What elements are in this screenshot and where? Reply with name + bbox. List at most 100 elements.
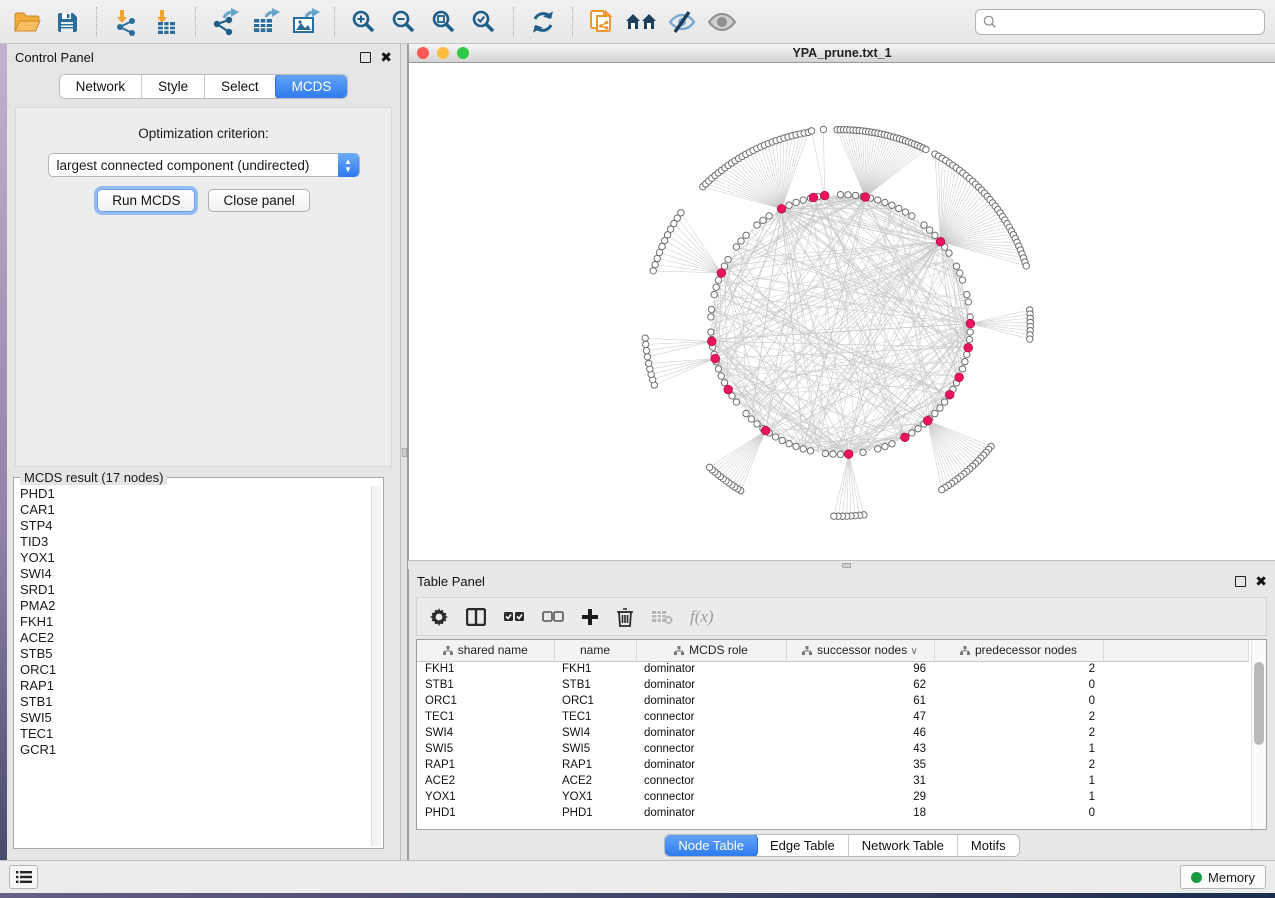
deselect-all-icon[interactable] [542, 609, 564, 625]
graph-node[interactable] [957, 270, 963, 276]
graph-leaf-node[interactable] [678, 210, 684, 216]
show-all-icon[interactable] [705, 5, 739, 39]
graph-selected-node[interactable] [955, 373, 964, 382]
table-row[interactable]: RAP1RAP1dominator352 [417, 757, 1249, 773]
zoom-in-icon[interactable] [347, 5, 381, 39]
graph-node[interactable] [932, 232, 938, 238]
splitter-handle[interactable] [842, 563, 851, 568]
graph-node[interactable] [807, 448, 813, 454]
cell[interactable]: 2 [934, 757, 1103, 773]
network-graph[interactable] [409, 63, 1275, 560]
float-panel-icon[interactable] [360, 52, 371, 63]
close-panel-icon[interactable]: ✖ [380, 52, 392, 63]
graph-node[interactable] [902, 209, 908, 215]
cell[interactable]: 2 [934, 725, 1103, 741]
graph-node[interactable] [882, 443, 888, 449]
tab-network[interactable]: Network [60, 75, 143, 98]
import-network-icon[interactable] [109, 5, 143, 39]
graph-node[interactable] [860, 449, 866, 455]
cell[interactable]: dominator [636, 693, 786, 709]
graph-node[interactable] [800, 197, 806, 203]
cell[interactable]: TEC1 [554, 709, 636, 725]
table-row[interactable]: SWI5SWI5connector431 [417, 741, 1249, 757]
import-table-icon[interactable] [149, 5, 183, 39]
graph-node[interactable] [725, 256, 731, 262]
graph-leaf-node[interactable] [820, 126, 826, 132]
mcds-result-item[interactable]: SRD1 [16, 582, 371, 598]
cell[interactable]: YOX1 [554, 789, 636, 805]
graph-leaf-node[interactable] [650, 268, 656, 274]
cell[interactable]: SWI4 [417, 725, 554, 741]
graph-node[interactable] [766, 213, 772, 219]
horizontal-splitter[interactable] [408, 560, 1275, 569]
graph-node[interactable] [786, 202, 792, 208]
criterion-dropdown[interactable]: largest connected component (undirected)… [48, 153, 360, 177]
table-row[interactable]: YOX1YOX1connector291 [417, 789, 1249, 805]
column-header-predecessor-nodes[interactable]: predecessor nodes [934, 640, 1103, 661]
run-mcds-button[interactable]: Run MCDS [97, 189, 195, 212]
graph-node[interactable] [754, 421, 760, 427]
graph-leaf-node[interactable] [644, 354, 650, 360]
tab-motifs[interactable]: Motifs [958, 835, 1019, 856]
tab-edge-table[interactable]: Edge Table [757, 835, 849, 856]
graph-selected-node[interactable] [966, 319, 975, 328]
graph-node[interactable] [962, 359, 968, 365]
graph-node[interactable] [708, 306, 714, 312]
mcds-result-item[interactable]: RAP1 [16, 678, 371, 694]
cell[interactable]: 96 [786, 661, 934, 677]
column-header-name[interactable]: name [554, 640, 636, 661]
cell[interactable]: dominator [636, 805, 786, 821]
tab-mcds[interactable]: MCDS [275, 74, 349, 99]
add-column-icon[interactable] [581, 608, 599, 626]
table-row[interactable]: TEC1TEC1connector472 [417, 709, 1249, 725]
graph-node[interactable] [882, 199, 888, 205]
graph-leaf-node[interactable] [654, 255, 660, 261]
column-chooser-icon[interactable] [466, 608, 486, 626]
graph-leaf-node[interactable] [923, 146, 929, 152]
network-window-titlebar[interactable]: YPA_prune.txt_1 [409, 44, 1275, 63]
cell[interactable]: connector [636, 789, 786, 805]
apply-layout-icon[interactable] [526, 5, 560, 39]
graph-selected-node[interactable] [901, 433, 910, 442]
graph-node[interactable] [800, 446, 806, 452]
cell[interactable]: 62 [786, 677, 934, 693]
cell[interactable]: SWI5 [554, 741, 636, 757]
cell[interactable]: STB1 [417, 677, 554, 693]
graph-selected-node[interactable] [820, 191, 829, 200]
cell[interactable]: 43 [786, 741, 934, 757]
table-row[interactable]: PHD1PHD1dominator180 [417, 805, 1249, 821]
graph-leaf-node[interactable] [643, 347, 649, 353]
graph-node[interactable] [875, 446, 881, 452]
search-input[interactable] [975, 9, 1265, 35]
column-header-shared-name[interactable]: shared name [417, 640, 554, 661]
open-icon[interactable] [10, 5, 44, 39]
cell[interactable]: 0 [934, 677, 1103, 693]
graph-node[interactable] [852, 192, 858, 198]
graph-leaf-node[interactable] [1023, 263, 1029, 269]
graph-leaf-node[interactable] [642, 335, 648, 341]
graph-node[interactable] [733, 244, 739, 250]
tab-style[interactable]: Style [142, 75, 205, 98]
graph-node[interactable] [967, 329, 973, 335]
graph-node[interactable] [953, 263, 959, 269]
cell[interactable]: 47 [786, 709, 934, 725]
graph-node[interactable] [959, 366, 965, 372]
mcds-result-item[interactable]: SWI4 [16, 566, 371, 582]
graph-selected-node[interactable] [761, 426, 770, 435]
cell[interactable]: 2 [934, 661, 1103, 677]
graph-node[interactable] [921, 222, 927, 228]
graph-node[interactable] [875, 197, 881, 203]
cell[interactable]: 29 [786, 789, 934, 805]
graph-selected-node[interactable] [777, 204, 786, 213]
cell[interactable]: 0 [934, 693, 1103, 709]
tab-node-table[interactable]: Node Table [664, 834, 758, 857]
first-neighbors-icon[interactable] [625, 5, 659, 39]
cell[interactable]: FKH1 [554, 661, 636, 677]
cell[interactable]: ACE2 [554, 773, 636, 789]
table-row[interactable]: FKH1FKH1dominator962 [417, 661, 1249, 677]
mcds-result-item[interactable]: YOX1 [16, 550, 371, 566]
cell[interactable]: 1 [934, 773, 1103, 789]
cell[interactable]: ORC1 [417, 693, 554, 709]
scrollbar-thumb[interactable] [1254, 662, 1264, 745]
mcds-list-scrollbar[interactable] [371, 486, 381, 846]
